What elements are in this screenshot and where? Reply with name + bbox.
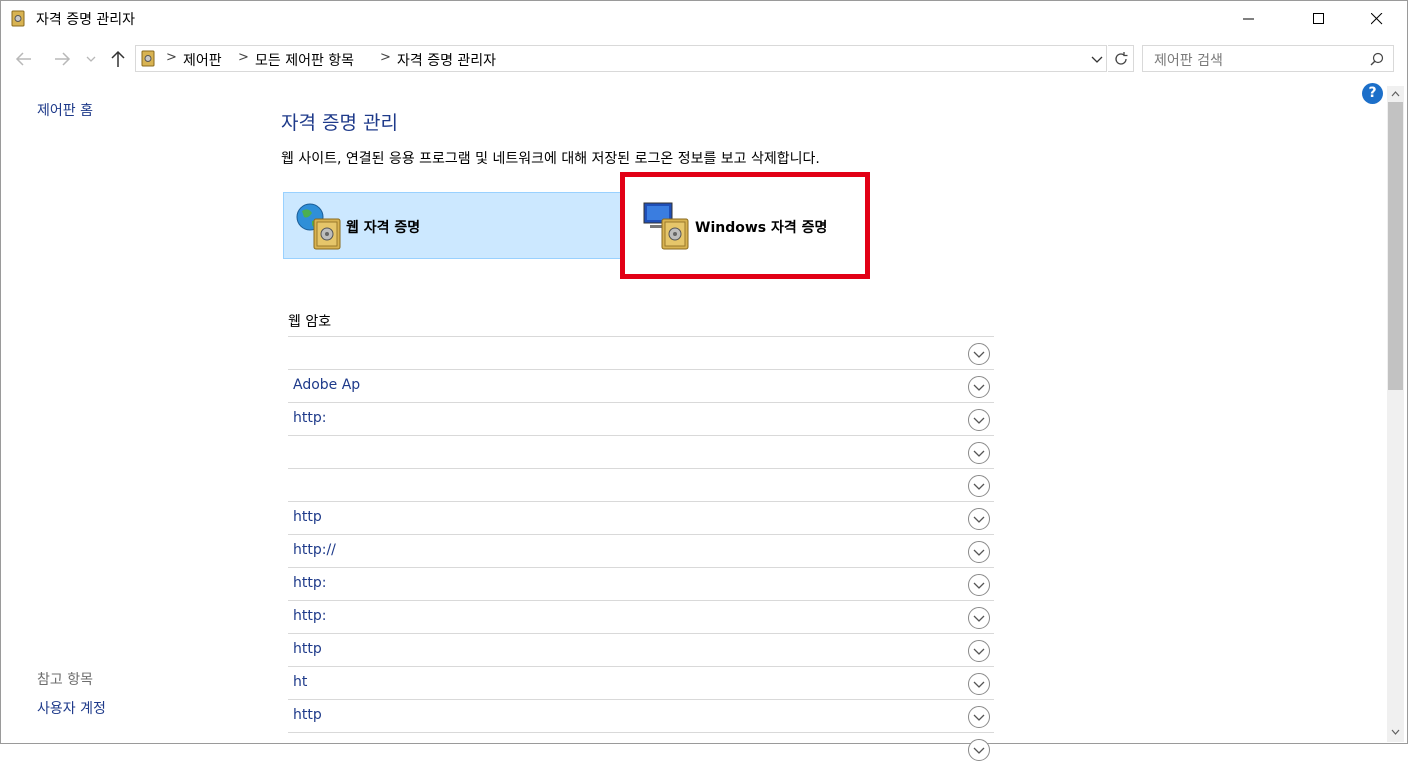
back-arrow-icon[interactable] [14,48,34,70]
breadcrumb-separator-icon: > [380,50,391,65]
credential-address: http:// [293,542,336,558]
highlight-box [620,172,870,279]
search-box[interactable]: 제어판 검색 [1142,45,1394,72]
expand-chevron-icon[interactable] [967,507,991,531]
credential-row[interactable] [288,468,994,501]
credential-vault-icon [11,10,25,27]
address-bar[interactable]: > 제어판 > 모든 제어판 항목 > 자격 증명 관리자 [135,45,1107,72]
breadcrumb-control-panel[interactable]: 제어판 [183,50,222,70]
credential-row[interactable] [288,336,994,369]
expand-chevron-icon[interactable] [967,474,991,498]
credential-row[interactable]: Adobe Ap [288,369,994,402]
refresh-icon [1115,52,1128,65]
web-credentials-icon [296,203,341,250]
expand-chevron-icon[interactable] [967,375,991,399]
breadcrumb-separator-icon: > [166,50,177,65]
address-dropdown-chevron-icon[interactable] [1088,50,1106,68]
credential-row[interactable]: http [288,501,994,534]
user-accounts-link[interactable]: 사용자 계정 [37,698,106,718]
close-button[interactable] [1354,0,1400,38]
expand-chevron-icon[interactable] [967,705,991,729]
expand-chevron-icon[interactable] [967,738,991,762]
expand-chevron-icon[interactable] [967,408,991,432]
expand-chevron-icon[interactable] [967,639,991,663]
credential-address: http [293,641,322,657]
expand-chevron-icon[interactable] [967,441,991,465]
close-icon [1371,13,1383,25]
title-bar: 자격 증명 관리자 [0,0,1408,38]
breadcrumb-separator-icon: > [238,50,249,65]
credential-address: Adobe Ap [293,377,361,393]
credential-row[interactable]: http:// [288,534,994,567]
web-credentials-label: 웹 자격 증명 [346,220,421,236]
credential-row[interactable]: http [288,633,994,666]
search-placeholder: 제어판 검색 [1154,53,1223,69]
credential-row[interactable] [288,732,994,765]
web-credentials-tile[interactable]: 웹 자격 증명 [283,192,622,259]
credential-row[interactable]: ht [288,666,994,699]
breadcrumb-credential-manager[interactable]: 자격 증명 관리자 [397,50,496,70]
maximize-icon [1313,13,1324,24]
minimize-icon [1243,18,1254,20]
refresh-button[interactable] [1108,45,1134,72]
window-title: 자격 증명 관리자 [36,12,136,28]
search-icon [1370,52,1384,66]
breadcrumb-all-items[interactable]: 모든 제어판 항목 [255,50,354,70]
credential-address: http: [293,608,327,624]
up-arrow-icon[interactable] [108,48,128,70]
credential-row[interactable]: http: [288,600,994,633]
expand-chevron-icon[interactable] [967,672,991,696]
web-passwords-heading: 웹 암호 [288,314,332,330]
maximize-button[interactable] [1296,0,1342,38]
credential-row[interactable] [288,435,994,468]
scroll-up-arrow-icon[interactable] [1387,86,1404,102]
expand-chevron-icon[interactable] [967,606,991,630]
control-panel-home-link[interactable]: 제어판 홈 [37,100,93,120]
forward-arrow-icon[interactable] [52,48,72,70]
see-also-heading: 참고 항목 [37,672,93,688]
recent-locations-chevron-icon[interactable] [84,48,98,70]
credential-row[interactable]: http: [288,567,994,600]
credential-list: Adobe Ap http: http http:// http: http: http ht… [288,336,994,765]
page-description: 웹 사이트, 연결된 응용 프로그램 및 네트워크에 대해 저장된 로그온 정보… [281,151,820,167]
expand-chevron-icon[interactable] [967,540,991,564]
minimize-button[interactable] [1226,0,1272,38]
credential-address: ht [293,674,308,690]
credential-address: http: [293,410,327,426]
expand-chevron-icon[interactable] [967,342,991,366]
credential-vault-icon [141,50,155,67]
expand-chevron-icon[interactable] [967,573,991,597]
credential-address: http: [293,575,327,591]
page-title: 자격 증명 관리 [281,112,398,134]
credential-row[interactable]: http [288,699,994,732]
help-button[interactable]: ? [1362,83,1383,104]
credential-address: http [293,509,322,525]
credential-address: http [293,707,322,723]
scroll-down-arrow-icon[interactable] [1387,724,1404,740]
credential-row[interactable]: http: [288,402,994,435]
scrollbar-thumb[interactable] [1388,102,1403,390]
